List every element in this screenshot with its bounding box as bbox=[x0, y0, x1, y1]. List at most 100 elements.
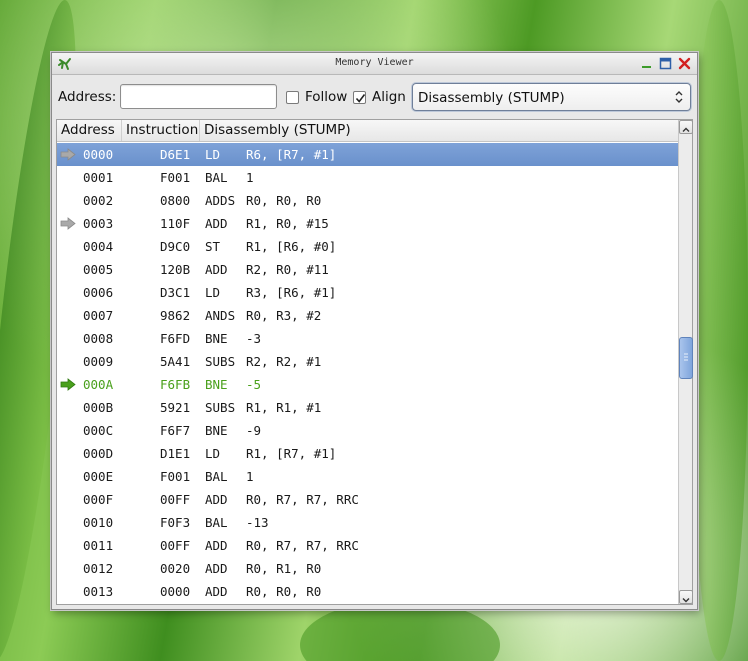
row-instruction: 0000 bbox=[160, 584, 191, 599]
row-operands: R1, R1, #1 bbox=[246, 400, 322, 415]
table-row[interactable]: 0000 D6E1 LD R6, [R7, #1] bbox=[57, 143, 678, 166]
row-instruction: D9C0 bbox=[160, 239, 191, 254]
address-input[interactable] bbox=[120, 84, 277, 109]
row-mnemonic: BAL bbox=[205, 515, 228, 530]
row-operands: -9 bbox=[246, 423, 262, 438]
column-header-instruction[interactable]: Instruction bbox=[121, 120, 199, 141]
row-mnemonic: ADD bbox=[205, 538, 228, 553]
table-row[interactable]: 000F 00FF ADD R0, R7, R7, RRC bbox=[57, 488, 678, 511]
row-mnemonic: BNE bbox=[205, 423, 228, 438]
table-row[interactable]: 0010 F0F3 BAL -13 bbox=[57, 511, 678, 534]
table-row[interactable]: 0004 D9C0 ST R1, [R6, #0] bbox=[57, 235, 678, 258]
view-mode-select[interactable]: Disassembly (STUMP) bbox=[412, 83, 691, 111]
disassembly-table: Address Instruction Disassembly (STUMP) … bbox=[56, 119, 693, 605]
table-row[interactable]: 0007 9862 ANDS R0, R3, #2 bbox=[57, 304, 678, 327]
align-label[interactable]: Align bbox=[372, 89, 406, 105]
row-address: 0005 bbox=[83, 262, 114, 277]
row-operands: -3 bbox=[246, 331, 262, 346]
row-mnemonic: ST bbox=[205, 239, 221, 254]
toolbar: Address: Follow Align Disassembly (STUMP… bbox=[52, 76, 697, 116]
row-address: 0004 bbox=[83, 239, 114, 254]
row-address: 0011 bbox=[83, 538, 114, 553]
breakpoint-arrow-icon[interactable] bbox=[60, 217, 76, 230]
row-mnemonic: ADD bbox=[205, 216, 228, 231]
scroll-thumb[interactable] bbox=[679, 336, 693, 379]
row-mnemonic: SUBS bbox=[205, 354, 236, 369]
row-mnemonic: LD bbox=[205, 446, 221, 461]
table-row[interactable]: 0013 0000 ADD R0, R0, R0 bbox=[57, 580, 678, 603]
align-checkbox[interactable] bbox=[353, 91, 366, 104]
table-row[interactable]: 000C F6F7 BNE -9 bbox=[57, 419, 678, 442]
row-mnemonic: ANDS bbox=[205, 308, 236, 323]
table-row[interactable]: 0011 00FF ADD R0, R7, R7, RRC bbox=[57, 534, 678, 557]
minimize-icon[interactable] bbox=[640, 57, 653, 70]
row-address: 000E bbox=[83, 469, 114, 484]
checkmark-icon bbox=[355, 94, 366, 103]
row-instruction: 5921 bbox=[160, 400, 191, 415]
breakpoint-arrow-icon[interactable] bbox=[60, 148, 76, 161]
current-pc-arrow-icon[interactable] bbox=[60, 378, 76, 391]
table-row[interactable]: 0002 0800 ADDS R0, R0, R0 bbox=[57, 189, 678, 212]
table-row[interactable]: 000D D1E1 LD R1, [R7, #1] bbox=[57, 442, 678, 465]
view-mode-value: Disassembly (STUMP) bbox=[418, 90, 565, 106]
scroll-up-button[interactable] bbox=[679, 120, 693, 134]
row-operands: R2, R0, #11 bbox=[246, 262, 329, 277]
wallpaper-grass-blade bbox=[690, 0, 748, 661]
row-address: 0002 bbox=[83, 193, 114, 208]
table-body: 0000 D6E1 LD R6, [R7, #1] 0001 F001 BAL 1 0002 08… bbox=[57, 143, 678, 604]
title-bar[interactable]: Memory Viewer bbox=[52, 53, 697, 75]
row-instruction: F001 bbox=[160, 170, 191, 185]
table-row[interactable]: 0006 D3C1 LD R3, [R6, #1] bbox=[57, 281, 678, 304]
row-instruction: F0F3 bbox=[160, 515, 191, 530]
row-operands: R0, R0, R0 bbox=[246, 584, 322, 599]
column-header-disassembly[interactable]: Disassembly (STUMP) bbox=[199, 120, 678, 141]
row-address: 0010 bbox=[83, 515, 114, 530]
memory-viewer-window: Memory Viewer Address: Follow Align Disa… bbox=[51, 52, 698, 610]
row-address: 000A bbox=[83, 377, 114, 392]
vertical-scrollbar[interactable] bbox=[678, 120, 693, 604]
row-operands: R1, [R7, #1] bbox=[246, 446, 337, 461]
row-instruction: 00FF bbox=[160, 538, 191, 553]
table-row[interactable]: 0003 110F ADD R1, R0, #15 bbox=[57, 212, 678, 235]
table-row[interactable]: 0005 120B ADD R2, R0, #11 bbox=[57, 258, 678, 281]
row-mnemonic: LD bbox=[205, 285, 221, 300]
follow-label[interactable]: Follow bbox=[305, 89, 347, 105]
close-icon[interactable] bbox=[678, 57, 691, 70]
row-mnemonic: ADD bbox=[205, 262, 228, 277]
table-row[interactable]: 0001 F001 BAL 1 bbox=[57, 166, 678, 189]
table-row[interactable]: 0008 F6FD BNE -3 bbox=[57, 327, 678, 350]
row-operands: -13 bbox=[246, 515, 269, 530]
table-row[interactable]: 000B 5921 SUBS R1, R1, #1 bbox=[57, 396, 678, 419]
table-row[interactable]: 000E F001 BAL 1 bbox=[57, 465, 678, 488]
maximize-icon[interactable] bbox=[659, 57, 672, 70]
row-instruction: D6E1 bbox=[160, 147, 191, 162]
row-operands: R0, R1, R0 bbox=[246, 561, 322, 576]
updown-arrows-icon bbox=[675, 91, 683, 103]
scroll-down-button[interactable] bbox=[679, 590, 693, 604]
row-instruction: 5A41 bbox=[160, 354, 191, 369]
row-instruction: F6FD bbox=[160, 331, 191, 346]
table-row[interactable]: 0009 5A41 SUBS R2, R2, #1 bbox=[57, 350, 678, 373]
row-operands: R0, R7, R7, RRC bbox=[246, 492, 359, 507]
table-row[interactable]: 000A F6FB BNE -5 bbox=[57, 373, 678, 396]
row-instruction: 110F bbox=[160, 216, 191, 231]
follow-checkbox[interactable] bbox=[286, 91, 299, 104]
row-mnemonic: ADDS bbox=[205, 193, 236, 208]
row-mnemonic: LD bbox=[205, 147, 221, 162]
row-operands: 1 bbox=[246, 469, 254, 484]
row-address: 0000 bbox=[83, 147, 114, 162]
row-instruction: F001 bbox=[160, 469, 191, 484]
row-operands: R3, [R6, #1] bbox=[246, 285, 337, 300]
row-operands: R0, R0, R0 bbox=[246, 193, 322, 208]
row-address: 000F bbox=[83, 492, 114, 507]
row-mnemonic: ADD bbox=[205, 584, 228, 599]
row-mnemonic: ADD bbox=[205, 561, 228, 576]
grip-icon bbox=[684, 353, 688, 361]
row-instruction: 0800 bbox=[160, 193, 191, 208]
window-title: Memory Viewer bbox=[335, 57, 414, 68]
row-address: 000B bbox=[83, 400, 114, 415]
table-row[interactable]: 0012 0020 ADD R0, R1, R0 bbox=[57, 557, 678, 580]
row-address: 0008 bbox=[83, 331, 114, 346]
column-header-address[interactable]: Address bbox=[57, 120, 121, 141]
row-mnemonic: BNE bbox=[205, 377, 228, 392]
